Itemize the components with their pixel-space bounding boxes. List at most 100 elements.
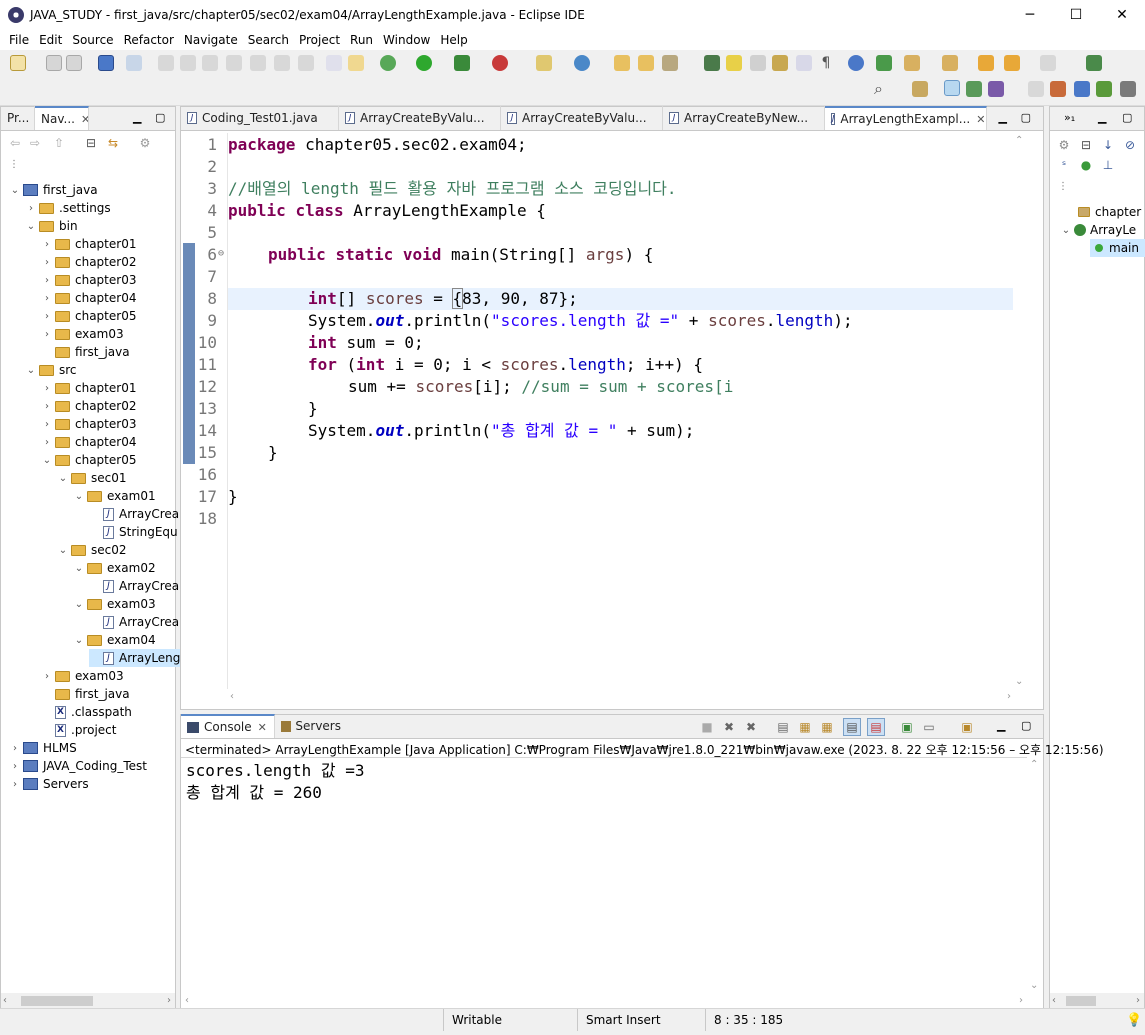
tab-package-explorer[interactable]: Pr...: [1, 106, 35, 130]
next-annotation-icon[interactable]: [904, 55, 920, 71]
tree-item[interactable]: › chapter02: [41, 253, 136, 271]
menu-run[interactable]: Run: [345, 33, 378, 47]
forward-icon[interactable]: ⇨: [27, 135, 43, 151]
word-wrap-icon[interactable]: ▦: [819, 719, 835, 735]
minimize-editor-icon[interactable]: ▁: [999, 111, 1007, 124]
sync-icon[interactable]: ⚙: [1056, 137, 1072, 153]
search-tool-icon[interactable]: [662, 55, 678, 71]
tree-item[interactable]: › .settings: [25, 199, 111, 217]
outline-item-class[interactable]: ⌄ ArrayLe: [1060, 221, 1136, 239]
menu-navigate[interactable]: Navigate: [179, 33, 243, 47]
tree-item[interactable]: ⌄ sec01: [57, 469, 127, 487]
terminal-icon[interactable]: [98, 55, 114, 71]
overflow-tabs-icon[interactable]: »₁: [1064, 111, 1075, 124]
collapsed-icon[interactable]: ›: [41, 239, 53, 250]
tree-item[interactable]: ⌄ exam03: [73, 595, 156, 613]
view-menu-icon[interactable]: ⚙: [137, 135, 153, 151]
save-all-icon[interactable]: [66, 55, 82, 71]
up-icon[interactable]: ⇧: [51, 135, 67, 151]
tab-array-create-by-value-2[interactable]: J ArrayCreateByValu...: [501, 106, 663, 130]
tab-navigator[interactable]: Nav... ✕: [35, 106, 89, 130]
tree-item[interactable]: J ArrayCrea: [89, 505, 179, 523]
maximize-button[interactable]: ☐: [1053, 0, 1099, 30]
tree-item[interactable]: ⌄ chapter05: [41, 451, 137, 469]
maximize-editor-icon[interactable]: ▢: [1021, 111, 1031, 124]
web-browser-icon[interactable]: [848, 55, 864, 71]
tab-array-create-by-value-1[interactable]: J ArrayCreateByValu...: [339, 106, 501, 130]
show-on-error-icon[interactable]: ▤: [867, 718, 885, 736]
minimize-view-icon[interactable]: ▁: [1098, 111, 1106, 124]
scroll-lock-icon[interactable]: ▦: [797, 719, 813, 735]
close-icon[interactable]: ✕: [81, 113, 88, 126]
view-icon-2[interactable]: [1074, 81, 1090, 97]
external-tools-icon[interactable]: [492, 55, 508, 71]
tab-array-length-example[interactable]: J ArrayLengthExampl... ✕: [825, 106, 987, 130]
collapsed-icon[interactable]: ›: [25, 203, 37, 214]
tree-item[interactable]: › chapter02: [41, 397, 136, 415]
coverage-icon[interactable]: [454, 55, 470, 71]
open-console-icon[interactable]: ▣: [959, 719, 975, 735]
tree-item[interactable]: › chapter04: [41, 433, 136, 451]
tree-item[interactable]: first_java: [41, 343, 130, 361]
expanded-icon[interactable]: ⌄: [57, 473, 69, 484]
hide-nonpublic-icon[interactable]: ●: [1078, 157, 1094, 173]
view-icon-4[interactable]: [1120, 81, 1136, 97]
clear-console-icon[interactable]: ▤: [775, 719, 791, 735]
expanded-icon[interactable]: ⌄: [25, 365, 37, 376]
collapsed-icon[interactable]: ›: [9, 743, 21, 754]
hide-local-types-icon[interactable]: ⊥: [1100, 157, 1116, 173]
collapse-all-icon[interactable]: ⊟: [1078, 137, 1094, 153]
use-step-filters-icon[interactable]: [348, 55, 364, 71]
open-task-icon[interactable]: [638, 55, 654, 71]
tree-item[interactable]: › chapter03: [41, 415, 136, 433]
resume-icon[interactable]: [158, 55, 174, 71]
tab-coding-test01[interactable]: J Coding_Test01.java: [181, 106, 339, 130]
menu-edit[interactable]: Edit: [34, 33, 67, 47]
step-over-icon[interactable]: [274, 55, 290, 71]
debug-icon[interactable]: [380, 55, 396, 71]
tree-item[interactable]: J ArrayCrea: [89, 613, 179, 631]
outline-item-package[interactable]: chapter: [1078, 203, 1141, 221]
previous-annotation-icon[interactable]: [942, 55, 958, 71]
show-on-output-icon[interactable]: ▤: [843, 718, 861, 736]
menu-source[interactable]: Source: [67, 33, 118, 47]
navigator-hscroll[interactable]: ‹ ›: [1, 993, 175, 1009]
git-perspective-icon[interactable]: [988, 81, 1004, 97]
collapsed-icon[interactable]: ›: [9, 761, 21, 772]
open-type-icon[interactable]: [614, 55, 630, 71]
new-java-project-icon[interactable]: [536, 55, 552, 71]
tree-item[interactable]: › JAVA_Coding_Test: [9, 757, 147, 775]
minimize-view-icon[interactable]: ▁: [997, 719, 1005, 732]
console-output[interactable]: scores.length 값 =3 총 합계 값 = 260: [186, 760, 364, 804]
sort-icon[interactable]: ↓: [1100, 137, 1116, 153]
perspective-icon[interactable]: [912, 81, 928, 97]
tree-item[interactable]: › Servers: [9, 775, 89, 793]
tree-item[interactable]: › exam03: [41, 667, 124, 685]
close-tab-icon[interactable]: ✕: [976, 113, 985, 126]
tab-console[interactable]: Console ✕: [181, 714, 275, 738]
minimize-button[interactable]: ─: [1007, 0, 1053, 30]
console-vscroll[interactable]: ⌃ ⌄: [1027, 757, 1043, 993]
link-with-editor-icon[interactable]: ⇆: [105, 135, 121, 151]
search-icon[interactable]: ⌕: [874, 81, 890, 97]
maximize-view-icon[interactable]: ▢: [155, 111, 165, 124]
minimize-view-icon[interactable]: ▁: [133, 111, 141, 124]
restore-icon[interactable]: [1028, 81, 1044, 97]
tree-item[interactable]: › chapter03: [41, 271, 136, 289]
collapsed-icon[interactable]: ›: [9, 779, 21, 790]
debug-skip-icon[interactable]: [126, 55, 142, 71]
highlight-icon[interactable]: [726, 55, 742, 71]
collapsed-icon[interactable]: ›: [41, 329, 53, 340]
step-into-icon[interactable]: [250, 55, 266, 71]
collapsed-icon[interactable]: ›: [41, 311, 53, 322]
expanded-icon[interactable]: ⌄: [25, 221, 37, 232]
tree-item[interactable]: ⌄ sec02: [57, 541, 127, 559]
tree-item[interactable]: › chapter04: [41, 289, 136, 307]
last-edit-icon[interactable]: [978, 55, 994, 71]
collapsed-icon[interactable]: ›: [41, 293, 53, 304]
collapsed-icon[interactable]: ›: [41, 401, 53, 412]
new-icon[interactable]: [10, 55, 26, 71]
remove-all-icon[interactable]: ✖: [743, 719, 759, 735]
collapsed-icon[interactable]: ›: [41, 419, 53, 430]
hide-static-icon[interactable]: ˢ: [1056, 157, 1072, 173]
